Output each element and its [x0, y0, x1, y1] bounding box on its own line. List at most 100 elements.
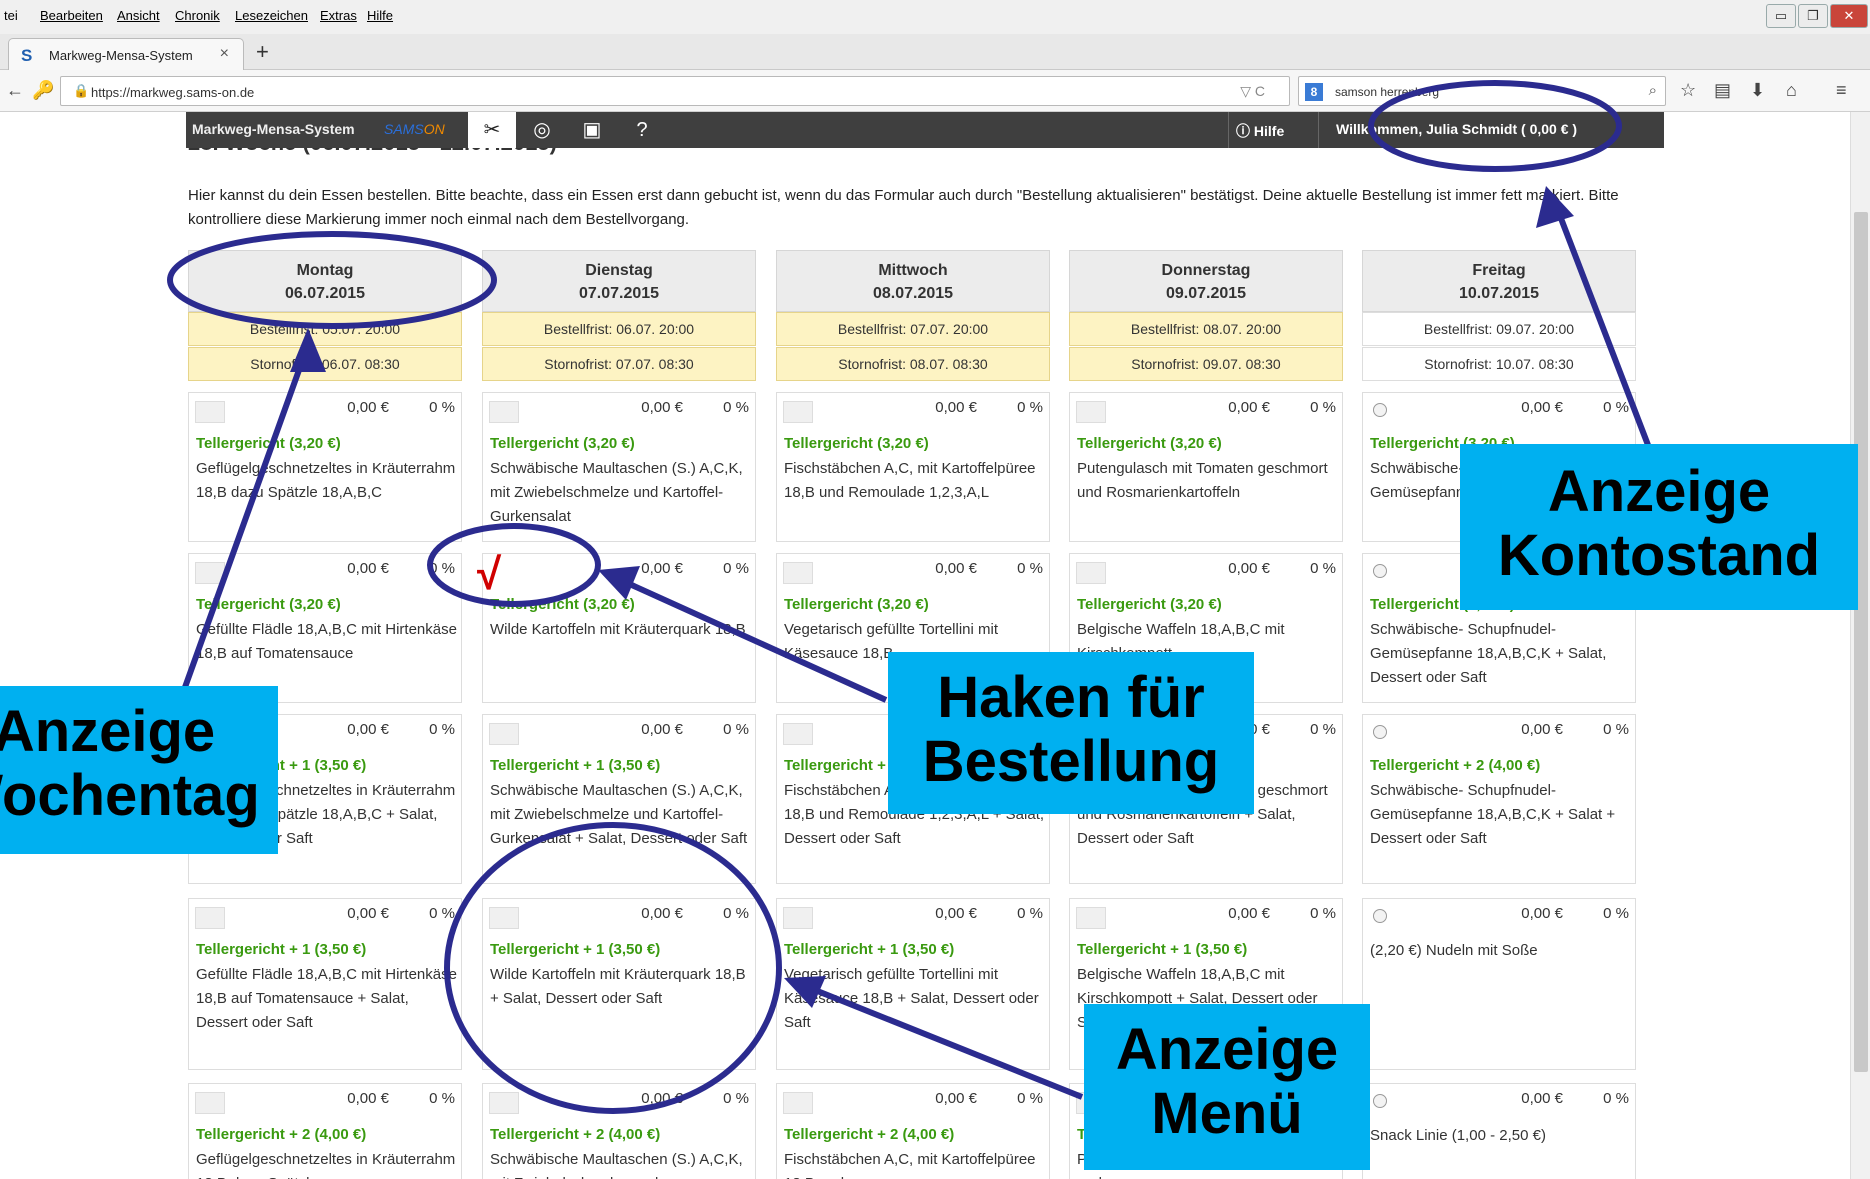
meal-price: 0,00 €: [641, 399, 683, 416]
reload-icon[interactable]: ▽ C: [1240, 83, 1265, 100]
meal-cell[interactable]: 0,00 € 0 % Tellergericht (3,20 €) Schwäbisc…: [482, 392, 756, 542]
bookmark-star-icon[interactable]: ☆: [1680, 80, 1696, 101]
meal-percent: 0 %: [429, 1090, 455, 1107]
meal-cell[interactable]: 0,00 € 0 % Snack Linie (1,00 - 2,50 €): [1362, 1083, 1636, 1179]
meal-radio[interactable]: [1373, 725, 1387, 739]
meal-name: Tellergericht + 2 (4,00 €): [196, 1126, 367, 1143]
browser-tab[interactable]: S Markweg-Mensa-System ×: [8, 38, 244, 70]
bestellfrist: Bestellfrist: 05.07. 20:00: [188, 312, 462, 346]
meal-cell[interactable]: 0,00 € 0 % Tellergericht + 1 (3,50 €) Schwä…: [482, 714, 756, 884]
reading-list-icon[interactable]: ▤: [1714, 80, 1731, 101]
tab-close-icon[interactable]: ×: [220, 45, 229, 63]
meal-percent: 0 %: [1310, 721, 1336, 738]
meal-checkbox[interactable]: [783, 1092, 813, 1114]
meal-cell[interactable]: 0,00 € 0 % Tellergericht (3,20 €) Geflügelg…: [188, 392, 462, 542]
day-date: 08.07.2015: [872, 285, 954, 302]
meal-checkbox[interactable]: [783, 401, 813, 423]
meal-name: Tellergericht (3,20 €): [1077, 435, 1222, 452]
meal-checkbox[interactable]: [195, 1092, 225, 1114]
meal-cell[interactable]: 0,00 € 0 % Tellergericht (3,20 €) Gefüllte …: [188, 553, 462, 703]
meal-cell[interactable]: 0,00 € 0 % Tellergericht + 2 (4,00 €) Fisch…: [776, 1083, 1050, 1179]
meal-cell[interactable]: 0,00 € 0 % Tellergericht + 2 (4,00 €) Schwä…: [482, 1083, 756, 1179]
cutlery-icon[interactable]: ✂: [468, 112, 516, 148]
hamburger-menu-icon[interactable]: ≡: [1836, 80, 1847, 101]
menu-datei[interactable]: tei: [4, 8, 18, 23]
meal-description: Wilde Kartoffeln mit Kräuterquark 18,B: [490, 621, 746, 638]
meal-cell[interactable]: 0,00 € 0 % Tellergericht + 1 (3,50 €) Gefül…: [188, 898, 462, 1070]
home-icon[interactable]: ⌂: [1786, 80, 1797, 101]
day-header-montag: Montag 06.07.2015: [188, 250, 462, 312]
meal-price: 0,00 €: [347, 399, 389, 416]
app-brand[interactable]: Markweg-Mensa-System: [192, 121, 355, 137]
meal-cell[interactable]: 0,00 € 0 % Tellergericht + 1 (3,50 €) Wilde…: [482, 898, 756, 1070]
help-link[interactable]: ⓘ Hilfe: [1236, 121, 1284, 141]
meal-checkbox[interactable]: [1076, 401, 1106, 423]
meal-name: Tellergericht (3,20 €): [490, 596, 635, 613]
meal-checkbox[interactable]: [195, 562, 225, 584]
day-header-donnerstag: Donnerstag 09.07.2015: [1069, 250, 1343, 312]
scrollbar-thumb[interactable]: [1854, 212, 1868, 1072]
meal-checkbox[interactable]: [783, 562, 813, 584]
meal-description: Gefüllte Flädle 18,A,B,C mit Hirtenkäse …: [196, 966, 457, 1031]
meal-price: 0,00 €: [641, 1090, 683, 1107]
meal-percent: 0 %: [1310, 399, 1336, 416]
meal-description: Schwäbische- Schupfnudel- Gemüsepfanne 1…: [1370, 621, 1607, 686]
meal-name: Tellergericht (3,20 €): [784, 435, 929, 452]
meal-description: Geflügelgeschnetzeltes in Kräuterrahm 18…: [196, 1151, 456, 1179]
meal-cell[interactable]: 0,00 € 0 % (2,20 €) Nudeln mit Soße: [1362, 898, 1636, 1070]
meal-percent: 0 %: [1603, 399, 1629, 416]
meal-cell[interactable]: 0,00 € 0 % Tellergericht + 1 (3,50 €) Veget…: [776, 898, 1050, 1070]
menu-ansicht[interactable]: Ansicht: [117, 8, 160, 23]
meal-checkbox[interactable]: [489, 1092, 519, 1114]
url-bar[interactable]: 🔒 https://markweg.sams-on.de ▽ C: [60, 76, 1290, 106]
meal-checkbox[interactable]: [489, 907, 519, 929]
meal-price: 0,00 €: [641, 905, 683, 922]
meal-checkbox[interactable]: [489, 401, 519, 423]
search-box[interactable]: 8 samson herrenberg ⌕: [1298, 76, 1666, 106]
help-circle-icon[interactable]: ?: [618, 112, 666, 148]
minimize-button[interactable]: ▭: [1766, 4, 1796, 28]
bestellfrist: Bestellfrist: 06.07. 20:00: [482, 312, 756, 346]
menu-lesezeichen[interactable]: Lesezeichen: [235, 8, 308, 23]
menu-bearbeiten[interactable]: Bearbeiten: [40, 8, 103, 23]
meal-checkbox[interactable]: [195, 401, 225, 423]
maximize-button[interactable]: ❐: [1798, 4, 1828, 28]
account-balance[interactable]: Willkommen, Julia Schmidt ( 0,00 € ): [1336, 121, 1577, 137]
meal-radio[interactable]: [1373, 1094, 1387, 1108]
close-window-button[interactable]: ✕: [1830, 4, 1868, 28]
meal-checkbox[interactable]: [1076, 562, 1106, 584]
meal-price: 0,00 €: [641, 560, 683, 577]
meal-radio[interactable]: [1373, 403, 1387, 417]
new-tab-button[interactable]: +: [256, 39, 269, 65]
identity-icon[interactable]: 🔑: [32, 80, 54, 101]
meal-checkbox[interactable]: [783, 907, 813, 929]
download-icon[interactable]: ⬇: [1750, 80, 1765, 101]
meal-checkbox[interactable]: [783, 723, 813, 745]
meal-percent: 0 %: [1310, 905, 1336, 922]
meal-cell[interactable]: √ 0,00 € 0 % Tellergericht (3,20 €) Wilde Ka…: [477, 550, 756, 703]
meal-percent: 0 %: [1603, 1090, 1629, 1107]
search-icon[interactable]: ⌕: [1649, 82, 1657, 99]
piggy-bank-icon[interactable]: ◎: [518, 112, 566, 148]
menu-extras[interactable]: Extras: [320, 8, 357, 23]
back-icon[interactable]: ←: [6, 80, 24, 101]
meal-price: 0,00 €: [935, 399, 977, 416]
vertical-scrollbar[interactable]: [1850, 112, 1870, 1179]
menu-hilfe[interactable]: Hilfe: [367, 8, 393, 23]
meal-checkbox[interactable]: [1076, 907, 1106, 929]
help-icon: ⓘ: [1236, 123, 1254, 139]
meal-cell[interactable]: 0,00 € 0 % Tellergericht + 2 (4,00 €) Schwä…: [1362, 714, 1636, 884]
meal-radio[interactable]: [1373, 564, 1387, 578]
meal-percent: 0 %: [1603, 721, 1629, 738]
meal-radio[interactable]: [1373, 909, 1387, 923]
meal-cell[interactable]: 0,00 € 0 % Tellergericht (3,20 €) Fischstäb…: [776, 392, 1050, 542]
meal-cell[interactable]: 0,00 € 0 % Tellergericht (3,20 €) Putengula…: [1069, 392, 1343, 542]
annotation-wochentag: Anzeige Wochentag: [0, 686, 278, 854]
id-card-icon[interactable]: ▣: [568, 112, 616, 148]
meal-cell[interactable]: 0,00 € 0 % Tellergericht + 2 (4,00 €) Geflü…: [188, 1083, 462, 1179]
meal-checkbox[interactable]: [195, 907, 225, 929]
meal-checkbox[interactable]: [489, 723, 519, 745]
meal-percent: 0 %: [723, 399, 749, 416]
order-checkmark-icon[interactable]: √: [477, 550, 501, 600]
menu-chronik[interactable]: Chronik: [175, 8, 220, 23]
